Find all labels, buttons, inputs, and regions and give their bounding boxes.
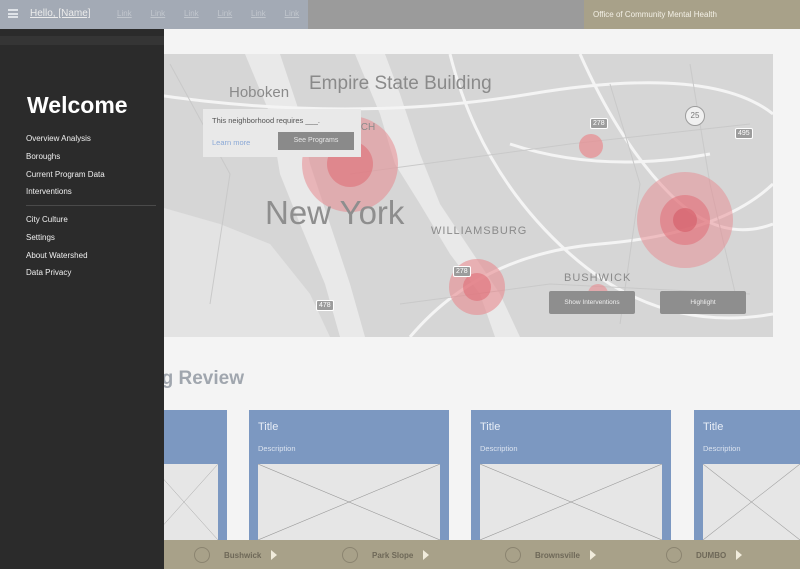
nav-link[interactable]: Link <box>184 9 218 18</box>
map-label-bushwick: BUSHWICK <box>564 272 632 284</box>
map-label-hoboken: Hoboken <box>229 84 290 101</box>
map-label-williamsburg: WILLIAMSBURG <box>431 225 528 237</box>
route-shield-278-south: 278 <box>453 266 471 277</box>
map-tooltip: This neighborhood requires ___. Learn mo… <box>203 109 361 157</box>
menu-item-data-privacy[interactable]: Data Privacy <box>26 268 71 277</box>
route-shield-478: 478 <box>316 300 334 311</box>
card-title: Title <box>258 421 279 433</box>
card-description: Description <box>258 444 296 453</box>
risk-bubble-east-center <box>673 208 697 232</box>
top-bar-left: Hello, [Name] Link Link Link Link Link L… <box>0 0 308 29</box>
card-title: Title <box>480 421 501 433</box>
menu-item-overview-analysis[interactable]: Overview Analysis <box>26 134 91 143</box>
nav-link[interactable]: Link <box>151 9 185 18</box>
sad-face-icon <box>505 547 521 563</box>
neighborhood-name: Park Slope <box>372 550 414 560</box>
card-description: Description <box>703 444 741 453</box>
chevron-right-icon[interactable] <box>589 550 596 560</box>
menu-item-city-culture[interactable]: City Culture <box>26 215 68 224</box>
menu-divider <box>26 205 156 206</box>
nav-link[interactable]: Link <box>251 9 285 18</box>
menu-item-interventions[interactable]: Interventions <box>26 187 72 196</box>
side-menu-strip <box>0 36 164 45</box>
risk-bubble-south-core <box>463 273 491 301</box>
route-shield-278: 278 <box>590 118 608 129</box>
org-name: Office of Community Mental Health <box>584 0 800 29</box>
neighborhood-name: Brownsville <box>535 550 580 560</box>
map-label-empire-state: Empire State Building <box>309 73 492 94</box>
hamburger-menu-icon[interactable] <box>8 9 18 18</box>
chevron-right-icon[interactable] <box>736 550 743 560</box>
card-title: Title <box>703 421 724 433</box>
review-card[interactable]: Title Description <box>694 410 800 540</box>
top-bar: Hello, [Name] Link Link Link Link Link L… <box>0 0 800 29</box>
menu-item-boroughs[interactable]: Boroughs <box>26 152 60 161</box>
neighborhood-item[interactable]: Bushwick <box>194 546 278 564</box>
neighborhood-name: DUMBO <box>696 550 727 560</box>
review-card[interactable]: Title Description <box>471 410 671 540</box>
nav-link[interactable]: Link <box>218 9 252 18</box>
menu-item-settings[interactable]: Settings <box>26 233 55 242</box>
welcome-heading: Welcome <box>27 92 128 118</box>
neighborhood-bar: Bushwick Park Slope Brownsville DUMBO <box>150 540 800 569</box>
card-image-placeholder <box>480 464 662 540</box>
neighborhood-item[interactable]: DUMBO <box>666 546 743 564</box>
show-interventions-button[interactable]: Show Interventions <box>549 291 635 314</box>
menu-item-current-program-data[interactable]: Current Program Data <box>26 170 105 179</box>
chevron-right-icon[interactable] <box>271 550 278 560</box>
neighborhood-item[interactable]: Park Slope <box>342 546 430 564</box>
sad-face-icon <box>342 547 358 563</box>
nav-link[interactable]: Link <box>117 9 151 18</box>
tooltip-text: This neighborhood requires ___. <box>212 116 320 125</box>
greeting-link[interactable]: Hello, [Name] <box>30 8 91 19</box>
route-shield-25: 25 <box>685 106 705 126</box>
learn-more-link[interactable]: Learn more <box>212 138 250 147</box>
see-programs-button[interactable]: See Programs <box>278 132 354 150</box>
nav-link[interactable]: Link <box>285 9 319 18</box>
sad-face-icon <box>666 547 682 563</box>
review-card[interactable]: Title Description <box>249 410 449 540</box>
route-shield-495: 495 <box>735 128 753 139</box>
chevron-right-icon[interactable] <box>423 550 430 560</box>
card-description: Description <box>480 444 518 453</box>
menu-item-about-watershed[interactable]: About Watershed <box>26 251 88 260</box>
neighborhood-map[interactable]: Empire State Building Hoboken New York W… <box>150 54 773 337</box>
side-menu: Welcome Overview Analysis Boroughs Curre… <box>0 29 164 569</box>
top-nav-links: Link Link Link Link Link Link <box>117 9 318 18</box>
map-label-new-york: New York <box>265 194 405 231</box>
sad-face-icon <box>194 547 210 563</box>
card-image-placeholder <box>703 464 800 540</box>
risk-bubble-small[interactable] <box>579 134 603 158</box>
neighborhood-item[interactable]: Brownsville <box>505 546 596 564</box>
section-title: ng Review <box>150 368 244 389</box>
neighborhood-name: Bushwick <box>224 550 262 560</box>
card-image-placeholder <box>258 464 440 540</box>
highlight-button[interactable]: Highlight <box>660 291 746 314</box>
